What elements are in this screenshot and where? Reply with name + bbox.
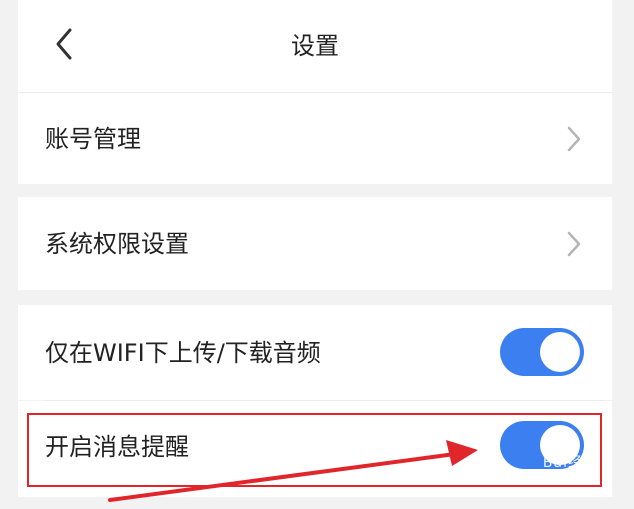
watermark-logo: Bai经验 bbox=[542, 455, 598, 471]
annotation-arrow-icon bbox=[108, 440, 478, 502]
watermark-url: jingyan.baidu.com bbox=[501, 470, 594, 481]
